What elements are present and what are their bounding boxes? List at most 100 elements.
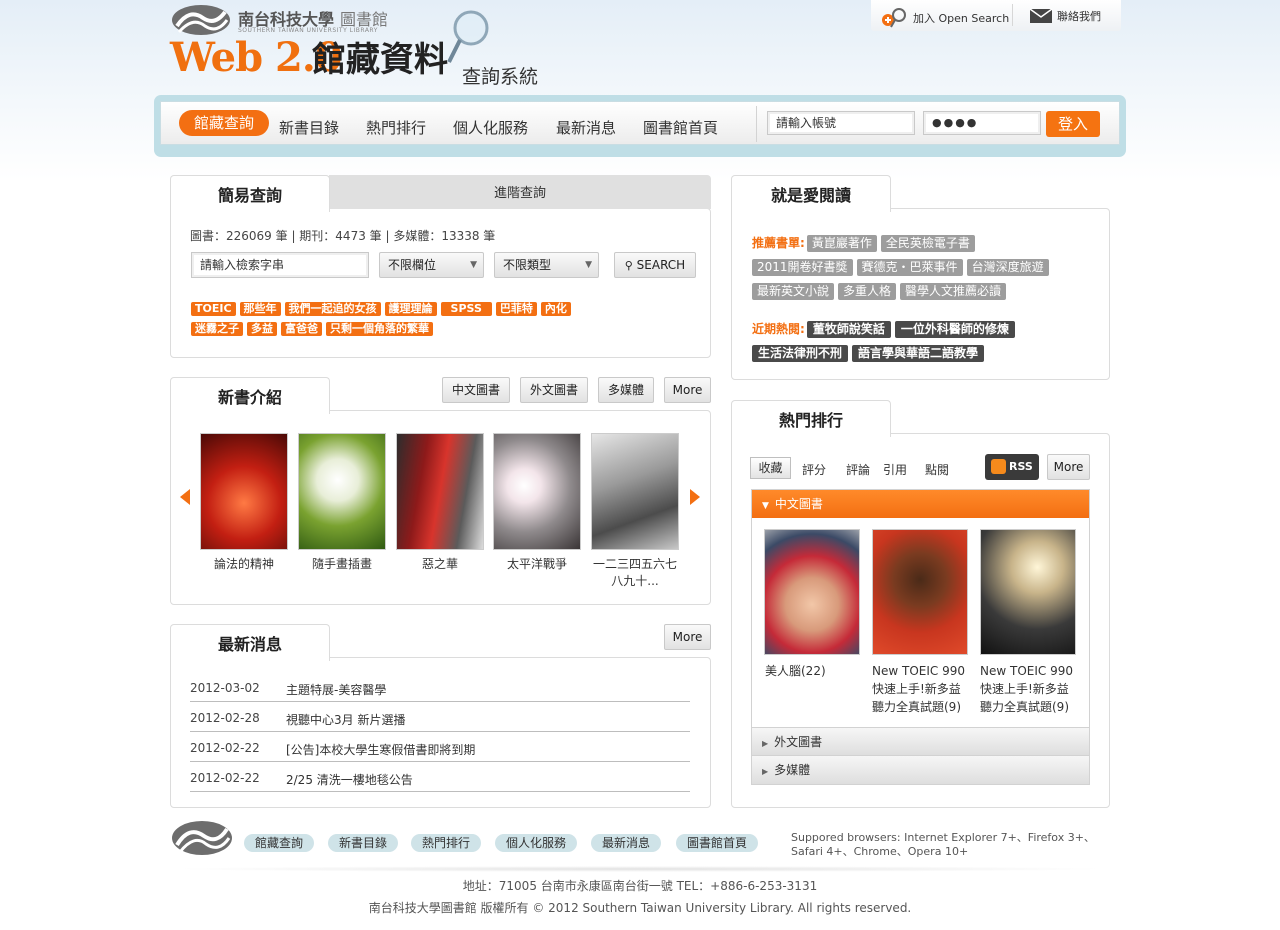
recommend-tag[interactable]: 最新英文小說 <box>752 283 835 300</box>
search-tag[interactable]: 只剩一個角落的繁華 <box>326 322 433 336</box>
recommend-tag[interactable]: 2011開卷好書獎 <box>752 259 853 276</box>
search-tag[interactable]: 富爸爸 <box>281 322 322 336</box>
nav-personal[interactable]: 個人化服務 <box>453 117 528 138</box>
ranking-book-title[interactable]: New TOEIC 990快速上手!新多益聽力全真試題(9) <box>872 662 972 716</box>
nav-news[interactable]: 最新消息 <box>556 117 616 138</box>
nav-ranking[interactable]: 熱門排行 <box>366 117 426 138</box>
search-tag[interactable]: 內化 <box>540 302 571 316</box>
logo-catalog: 館藏資料 <box>312 40 448 80</box>
news-row[interactable]: 2012-02-28 視聽中心3月 新片選播 <box>190 702 690 732</box>
footer-logo-icon <box>172 821 232 855</box>
search-tag[interactable]: TOEIC <box>191 302 236 316</box>
book-title: 論法的精神 <box>213 557 274 571</box>
ranking-title: 熱門排行 <box>731 400 891 437</box>
collapsed-arrow-icon: ▶ <box>762 739 769 748</box>
book-cover <box>493 433 581 550</box>
news-row[interactable]: 2012-02-22 2/25 清洗一樓地毯公告 <box>190 762 690 792</box>
section-multimedia[interactable]: ▶ 多媒體 <box>752 755 1089 784</box>
ranking-book-title[interactable]: New TOEIC 990快速上手!新多益聽力全真試題(9) <box>980 662 1080 716</box>
ranking-tab-rating[interactable]: 評分 <box>802 461 826 478</box>
section-chinese-books[interactable]: ▼ 中文圖書 <box>752 490 1089 518</box>
ranking-book-cover[interactable] <box>872 529 968 655</box>
recommend-tag[interactable]: 賽德克・巴萊事件 <box>856 259 963 276</box>
new-book-item[interactable]: 論法的精神 <box>200 433 288 572</box>
ranking-book-cover[interactable] <box>764 529 860 655</box>
recommend-tag[interactable]: 醫學人文推薦必讀 <box>900 283 1007 300</box>
search-tag[interactable]: SPSS <box>440 302 492 316</box>
new-book-item[interactable]: 一二三四五六七八九十... <box>591 433 679 589</box>
hot-reading-list: 近期熱閱: 董牧師說笑話 一位外科醫師的修煉 生活法律刑不刑 語言學與華語二語教學 <box>752 317 1100 365</box>
chevron-down-icon: ▼ <box>470 260 477 270</box>
nav-library-home[interactable]: 圖書館首頁 <box>643 117 718 138</box>
new-books-more-button[interactable]: More <box>664 377 711 403</box>
hot-reading-tag[interactable]: 語言學與華語二語教學 <box>852 345 985 362</box>
nav-catalog-search[interactable]: 館藏查詢 <box>179 110 269 136</box>
ranking-book-cover[interactable] <box>980 529 1076 655</box>
search-tag[interactable]: 多益 <box>247 322 277 336</box>
footer-nav-library-home[interactable]: 圖書館首頁 <box>676 834 758 852</box>
recommend-tag[interactable]: 台灣深度旅遊 <box>966 259 1049 276</box>
new-book-item[interactable]: 太平洋戰爭 <box>493 433 581 572</box>
footer-nav-new-books[interactable]: 新書目錄 <box>328 834 398 852</box>
recommend-label: 推薦書單: <box>752 236 805 250</box>
nav-new-books[interactable]: 新書目錄 <box>279 117 339 138</box>
type-select[interactable]: 不限類型 ▼ <box>494 252 599 278</box>
search-tag[interactable]: 護理理論 <box>384 302 437 316</box>
book-cover <box>396 433 484 550</box>
news-row[interactable]: 2012-03-02 主題特展-美容醫學 <box>190 672 690 702</box>
footer-nav-catalog[interactable]: 館藏查詢 <box>244 834 314 852</box>
filter-foreign-books[interactable]: 外文圖書 <box>520 377 588 403</box>
section-foreign-books[interactable]: ▶ 外文圖書 <box>752 727 1089 755</box>
carousel-prev-icon[interactable] <box>180 489 190 505</box>
password-input[interactable]: ●●●● <box>923 111 1041 135</box>
recommend-tag[interactable]: 黃崑巖著作 <box>806 235 877 252</box>
carousel-next-icon[interactable] <box>690 489 700 505</box>
ranking-tab-review[interactable]: 評論 <box>846 461 870 478</box>
recommend-tag[interactable]: 多重人格 <box>838 283 897 300</box>
collection-stats: 圖書：226069 筆 | 期刊：4473 筆 | 多媒體：13338 筆 <box>190 229 496 243</box>
new-book-item[interactable]: 惡之華 <box>396 433 484 572</box>
search-tag[interactable]: 我們一起追的女孩 <box>284 302 381 316</box>
footer-nav-personal[interactable]: 個人化服務 <box>495 834 577 852</box>
supported-browsers: Suppored browsers: Internet Explorer 7+、… <box>791 831 1095 858</box>
new-book-item[interactable]: 隨手畫插畫 <box>298 433 386 572</box>
magnifier-icon <box>447 10 489 63</box>
ranking-book-title[interactable]: 美人腦(22) <box>765 662 865 680</box>
search-tag[interactable]: 那些年 <box>239 302 281 316</box>
recommend-tag[interactable]: 全民英檢電子書 <box>880 235 975 252</box>
news-title: 最新消息 <box>170 624 330 661</box>
filter-chinese-books[interactable]: 中文圖書 <box>442 377 510 403</box>
ranking-tab-cite[interactable]: 引用 <box>883 461 907 478</box>
ranking-more-button[interactable]: More <box>1047 454 1090 480</box>
news-row[interactable]: 2012-02-22 [公告]本校大學生寒假借書即將到期 <box>190 732 690 762</box>
main-nav-bar: 館藏查詢 新書目錄 熱門排行 個人化服務 最新消息 圖書館首頁 請輸入帳號 ●●… <box>160 101 1120 145</box>
reading-title: 就是愛閱讀 <box>731 175 891 212</box>
contact-link[interactable]: 聯絡我們 <box>1029 7 1101 25</box>
tab-simple-search[interactable]: 簡易查詢 <box>170 175 330 212</box>
search-icon: ⚲ <box>624 259 633 272</box>
footer-copyright: 南台科技大學圖書館 版權所有 © 2012 Southern Taiwan Un… <box>368 901 912 915</box>
search-button[interactable]: ⚲ SEARCH <box>614 252 696 278</box>
book-title: 隨手畫插畫 <box>311 557 372 571</box>
hot-reading-tag[interactable]: 董牧師說笑話 <box>806 321 891 338</box>
news-more-button[interactable]: More <box>664 624 711 650</box>
add-search-icon <box>882 8 906 28</box>
footer-nav-ranking[interactable]: 熱門排行 <box>411 834 481 852</box>
search-input[interactable]: 請輸入檢索字串 <box>191 252 369 278</box>
hot-reading-tag[interactable]: 一位外科醫師的修煉 <box>894 321 1015 338</box>
ranking-tab-collect[interactable]: 收藏 <box>750 457 791 479</box>
login-button[interactable]: 登入 <box>1046 111 1100 137</box>
tab-advanced-search[interactable]: 進階查詢 <box>329 175 711 209</box>
filter-multimedia[interactable]: 多媒體 <box>598 377 654 403</box>
search-tag[interactable]: 巴菲特 <box>495 302 537 316</box>
ranking-tab-views[interactable]: 點閱 <box>925 461 949 478</box>
chevron-down-icon: ▼ <box>585 260 592 270</box>
field-select[interactable]: 不限欄位 ▼ <box>379 252 484 278</box>
footer-nav-news[interactable]: 最新消息 <box>591 834 661 852</box>
hot-reading-tag[interactable]: 生活法律刑不刑 <box>752 345 849 362</box>
account-input[interactable]: 請輸入帳號 <box>767 111 915 135</box>
nav-divider <box>756 106 757 142</box>
open-search-link[interactable]: 加入 Open Search <box>881 7 1009 29</box>
search-tag[interactable]: 迷霧之子 <box>191 322 243 336</box>
rss-button[interactable]: RSS <box>985 454 1039 480</box>
